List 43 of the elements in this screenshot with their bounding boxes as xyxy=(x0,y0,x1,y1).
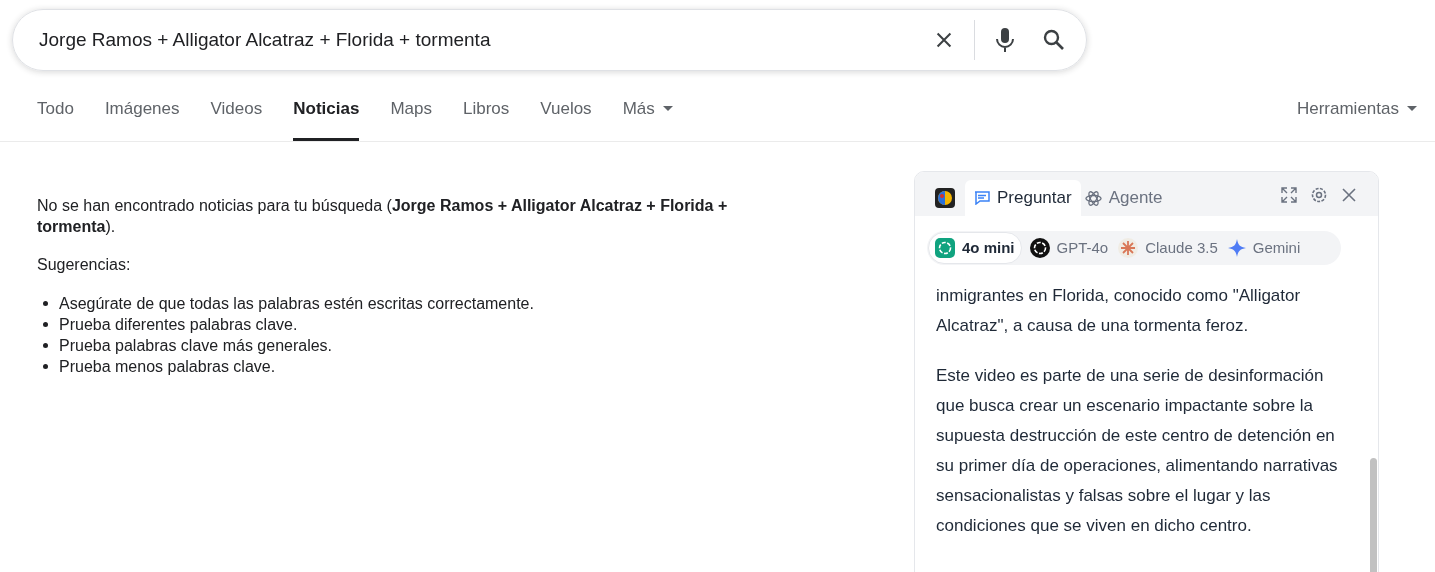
search-tab[interactable]: Libros xyxy=(462,93,510,141)
search-tab[interactable]: Vuelos xyxy=(540,93,592,141)
suggestion-item: Prueba palabras clave más generales. xyxy=(59,335,800,356)
suggestion-item: Prueba menos palabras clave. xyxy=(59,356,800,377)
search-tab[interactable]: Todo xyxy=(37,93,74,141)
caret-icon xyxy=(662,106,673,111)
app-logo-icon[interactable] xyxy=(935,188,955,208)
search-tab[interactable]: Maps xyxy=(390,93,432,141)
caret-icon xyxy=(1407,106,1417,111)
panel-tab[interactable]: Preguntar xyxy=(965,180,1081,216)
search-tab[interactable]: Imágenes xyxy=(104,93,180,141)
sparkle-icon xyxy=(1227,239,1246,257)
tools-menu[interactable]: Herramientas xyxy=(1296,93,1417,141)
starburst-icon xyxy=(1118,238,1139,258)
settings-icon[interactable] xyxy=(1310,186,1328,204)
expand-icon[interactable] xyxy=(1280,186,1298,204)
atom-icon xyxy=(1084,189,1102,207)
model-chip[interactable]: Gemini xyxy=(1225,232,1303,264)
search-tab[interactable]: Más xyxy=(622,93,673,141)
search-tab[interactable]: Noticias xyxy=(293,93,360,141)
no-results-message: No se han encontrado noticias para tu búsqueda (Jorge Ramos + Alligator Alcatraz + Florida + tormenta). xyxy=(37,196,729,237)
bullet-icon xyxy=(43,322,48,327)
bullet-icon xyxy=(43,364,48,369)
flower-icon xyxy=(1029,238,1050,258)
suggestion-item: Asegúrate de que todas las palabras estén escritas correctamente. xyxy=(59,293,800,314)
search-icon[interactable] xyxy=(1042,28,1066,52)
suggestions-heading: Sugerencias: xyxy=(37,255,132,275)
answer-paragraph: Este video es parte de una serie de desinformación que busca crear un escenario impactante sobre la supuesta destrucción de este centro de detención en su primer día de operaciones, alimentando narrativas sensacionalistas y falsas sobre el lugar y las condiciones que se viven en dicho centro. xyxy=(936,365,1339,537)
bullet-icon xyxy=(43,301,48,306)
answer-paragraph: inmigrantes en Florida, conocido como "Alligator Alcatraz", a causa de una tormenta feroz. xyxy=(936,285,1302,337)
bullet-icon xyxy=(43,343,48,348)
model-chip[interactable]: GPT-4o xyxy=(1027,232,1111,264)
model-chip[interactable]: Claude 3.5 xyxy=(1116,232,1220,264)
search-tab[interactable]: Videos xyxy=(210,93,263,141)
close-icon[interactable] xyxy=(1340,186,1358,204)
model-chip[interactable]: 4o mini xyxy=(928,232,1022,264)
microphone-icon[interactable] xyxy=(994,27,1016,53)
chat-icon xyxy=(974,191,990,205)
search-input[interactable]: Jorge Ramos + Alligator Alcatraz + Florida + tormenta xyxy=(39,25,933,55)
panel-tab[interactable]: Agente xyxy=(1080,180,1167,216)
scrollbar-thumb[interactable] xyxy=(1370,458,1377,572)
suggestion-item: Prueba diferentes palabras clave. xyxy=(59,314,800,335)
flower-icon xyxy=(935,238,955,258)
